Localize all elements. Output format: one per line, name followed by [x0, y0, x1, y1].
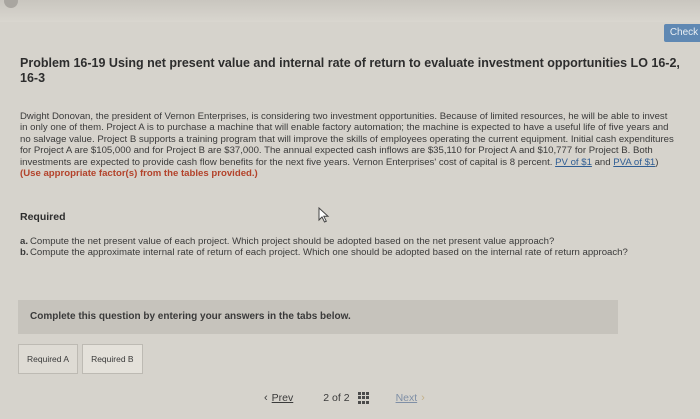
answer-tabs: Required A Required B	[18, 344, 143, 374]
chevron-right-icon: ›	[421, 392, 425, 404]
prev-button[interactable]: ‹ Prev	[260, 392, 293, 404]
next-label: Next	[395, 392, 418, 404]
next-button[interactable]: Next ›	[396, 392, 429, 404]
page-indicator: 2 of 2	[323, 392, 349, 404]
problem-title: Problem 16-19 Using net present value an…	[20, 56, 680, 85]
mouse-cursor-icon	[318, 207, 330, 223]
total-pages: 2	[343, 392, 350, 404]
tab-required-b[interactable]: Required B	[82, 344, 143, 374]
prev-label: Prev	[271, 392, 294, 404]
factor-note: (Use appropriate factor(s) from the tabl…	[20, 168, 258, 180]
question-b: b. Compute the approximate internal rate…	[20, 247, 680, 258]
tab-required-a[interactable]: Required A	[18, 344, 79, 374]
question-letter: b.	[20, 247, 29, 259]
required-heading: Required	[20, 211, 66, 223]
question-a: a. Compute the net present value of each…	[20, 236, 680, 247]
pagination: ‹ Prev 2 of 2 Next ›	[260, 390, 429, 406]
link-close-paren: )	[655, 156, 659, 168]
problem-description: Dwight Donovan, the president of Vernon …	[20, 111, 676, 179]
current-page: 2	[323, 392, 330, 404]
question-letter: a.	[20, 236, 29, 247]
page-of: of	[332, 392, 341, 404]
question-text: Compute the approximate internal rate of…	[30, 247, 628, 259]
chevron-left-icon: ‹	[264, 392, 268, 404]
instructions-banner: Complete this question by entering your …	[18, 300, 618, 334]
question-text: Compute the net present value of each pr…	[30, 236, 555, 247]
top-bar	[0, 0, 700, 22]
link-and-text: and	[594, 156, 611, 168]
pva-table-link[interactable]: PVA of $1	[613, 157, 655, 168]
pv-table-link[interactable]: PV of $1	[555, 157, 592, 168]
cut-off-circle-icon	[4, 0, 18, 8]
grid-menu-icon[interactable]	[357, 392, 370, 404]
required-questions: a. Compute the net present value of each…	[20, 236, 680, 259]
check-button[interactable]: Check	[664, 24, 700, 42]
